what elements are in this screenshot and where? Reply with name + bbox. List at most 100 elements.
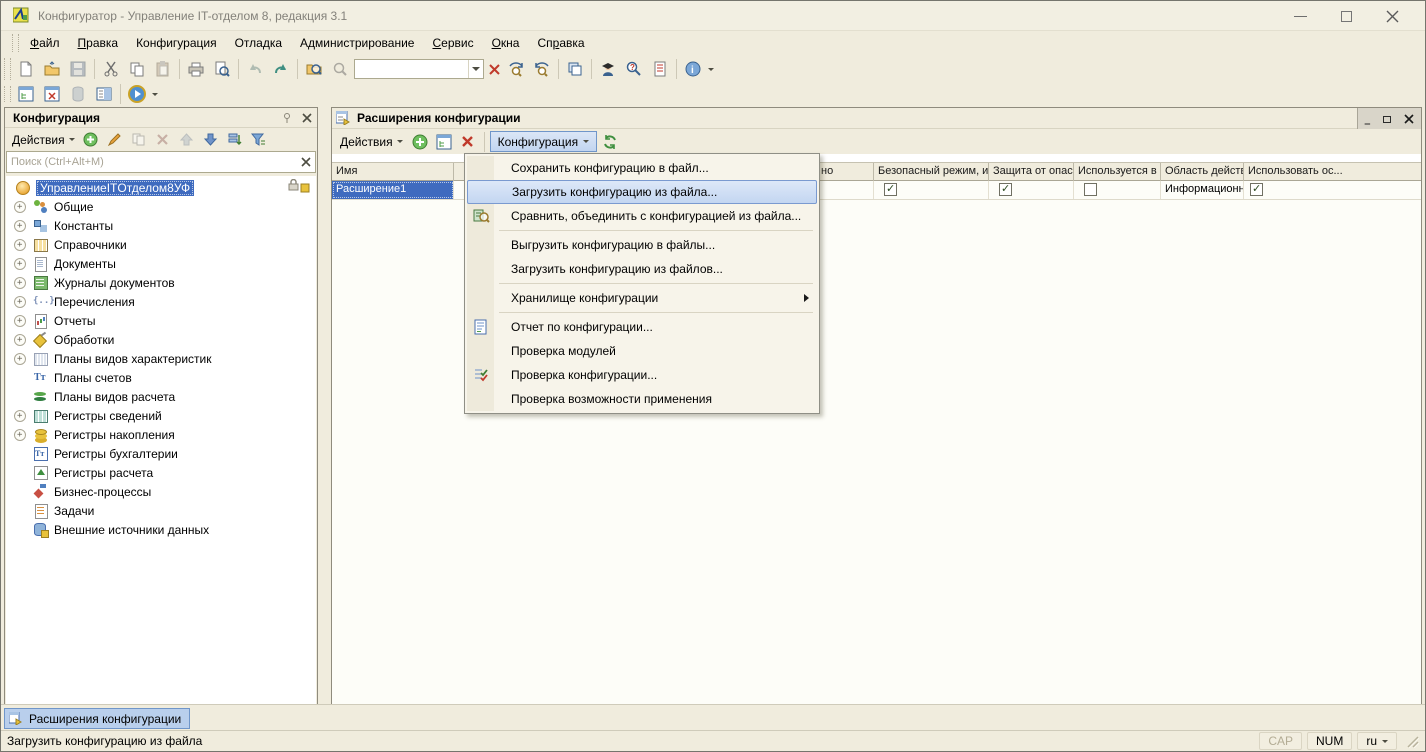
column-header-active-tail[interactable]: но [817,163,874,181]
tree-root-row[interactable]: УправлениеITОтделом8УФ [6,178,316,197]
tree-item-accounting-registers[interactable]: Регистры бухгалтерии [6,444,316,463]
maximize-button[interactable] [1323,1,1369,31]
tree-item-catalogs[interactable]: Справочники [6,235,316,254]
clear-search-button[interactable] [485,59,503,79]
edit-button[interactable] [104,130,126,150]
column-header-safe-mode[interactable]: Безопасный режим, им... [874,163,989,181]
menubar-item-file[interactable]: Файл [21,33,69,53]
resize-grip[interactable] [1405,734,1419,748]
new-document-button[interactable] [13,57,39,81]
configuration-menu-button[interactable]: Конфигурация [490,131,598,152]
global-search-button[interactable] [301,57,327,81]
copy-button[interactable] [124,57,150,81]
toolbar-grip[interactable] [12,34,19,52]
expand-icon[interactable] [14,220,26,232]
tree-item-document-journals[interactable]: Журналы документов [6,273,316,292]
mdi-restore-button[interactable] [1383,116,1391,123]
tree-item-information-registers[interactable]: Регистры сведений [6,406,316,425]
help-search-button[interactable]: ? [621,57,647,81]
column-header-protection[interactable]: Защита от опас... [989,163,1074,181]
menubar-item-configuration[interactable]: Конфигурация [127,33,226,53]
tree-search-input[interactable] [7,156,297,168]
cell-scope[interactable]: Информационна... [1161,181,1244,199]
cell-use-main-roles[interactable] [1244,181,1421,199]
column-header-used-in[interactable]: Используется в ... [1074,163,1161,181]
paste-button[interactable] [150,57,176,81]
move-up-button[interactable] [176,130,198,150]
menu-item-load-configuration-from-files[interactable]: Загрузить конфигурацию из файлов... [467,257,817,281]
tree-item-accumulation-registers[interactable]: Регистры накопления [6,425,316,444]
menu-item-dump-configuration-to-files[interactable]: Выгрузить конфигурацию в файлы... [467,233,817,257]
syntax-check-button[interactable] [595,57,621,81]
save-button[interactable] [65,57,91,81]
form-constructor-button[interactable] [91,84,117,104]
column-header-use-main-roles[interactable]: Использовать ос... [1244,163,1421,181]
expand-icon[interactable] [14,296,26,308]
use-main-roles-checkbox[interactable] [1250,183,1263,196]
run-dropdown-caret[interactable] [152,93,158,96]
cell-protection[interactable] [989,181,1074,199]
toolbar-grip[interactable] [4,58,11,80]
safe-mode-checkbox[interactable] [884,183,897,196]
expand-icon[interactable] [14,239,26,251]
undo-button[interactable] [242,57,268,81]
database-button[interactable] [65,84,91,104]
menu-item-configuration-repository[interactable]: Хранилище конфигурации [467,286,817,310]
refresh-button[interactable] [599,132,621,152]
tree-item-constants[interactable]: Константы [6,216,316,235]
print-button[interactable] [183,57,209,81]
menu-item-save-configuration-to-file[interactable]: Сохранить конфигурацию в файл... [467,156,817,180]
search-dropdown-button[interactable] [468,60,483,78]
tree-item-charts-of-accounts[interactable]: Планы счетов [6,368,316,387]
search-input[interactable] [355,61,468,77]
menubar-item-edit[interactable]: Правка [69,33,128,53]
open-button[interactable] [39,57,65,81]
move-down-button[interactable] [200,130,222,150]
expand-icon[interactable] [14,353,26,365]
expand-icon[interactable] [14,277,26,289]
tree-item-calculation-kinds[interactable]: Планы видов расчета [6,387,316,406]
menu-item-load-configuration-from-file[interactable]: Загрузить конфигурацию из файла... [467,180,817,204]
find-previous-button[interactable] [529,57,555,81]
expand-icon[interactable] [14,258,26,270]
tree-item-enums[interactable]: Перечисления [6,292,316,311]
open-extension-configuration-button[interactable] [433,132,455,152]
protection-checkbox[interactable] [999,183,1012,196]
tree-item-tasks[interactable]: Задачи [6,501,316,520]
cell-safe-mode[interactable] [874,181,989,199]
expand-icon[interactable] [14,410,26,422]
language-selector[interactable]: ru [1357,732,1397,750]
menu-item-configuration-report[interactable]: Отчет по конфигурации... [467,315,817,339]
sort-button[interactable] [224,130,246,150]
expand-icon[interactable] [14,429,26,441]
print-preview-button[interactable] [209,57,235,81]
start-debugging-button[interactable] [124,84,150,104]
close-configuration-button[interactable] [39,84,65,104]
redo-button[interactable] [268,57,294,81]
tree-search-clear-button[interactable] [297,152,315,172]
cell-used-in[interactable] [1074,181,1161,199]
open-configuration-button[interactable] [13,84,39,104]
cell-name[interactable]: Расширение1 [332,181,454,199]
tree-item-data-processors[interactable]: Обработки [6,330,316,349]
minimize-button[interactable] [1277,1,1323,31]
cell-active[interactable] [817,181,874,199]
close-button[interactable] [1369,1,1415,31]
tree-item-external-data-sources[interactable]: Внешние источники данных [6,520,316,539]
menu-item-compare-merge[interactable]: Сравнить, объединить с конфигурацией из … [467,204,817,228]
menubar-item-help[interactable]: Справка [528,33,593,53]
delete-button[interactable] [152,130,174,150]
actions-menu-button[interactable]: Действия [9,133,78,147]
menubar-item-service[interactable]: Сервис [423,33,482,53]
menubar-item-windows[interactable]: Окна [483,33,529,53]
tree-item-documents[interactable]: Документы [6,254,316,273]
tree-item-reports[interactable]: Отчеты [6,311,316,330]
expand-icon[interactable] [14,334,26,346]
copy-item-button[interactable] [128,130,150,150]
info-button[interactable]: i [680,57,706,81]
extensions-actions-button[interactable]: Действия [336,135,407,149]
syntax-helper-button[interactable] [647,57,673,81]
used-in-checkbox[interactable] [1084,183,1097,196]
menu-item-check-applicability[interactable]: Проверка возможности применения [467,387,817,411]
tree-item-calculation-registers[interactable]: Регистры расчета [6,463,316,482]
